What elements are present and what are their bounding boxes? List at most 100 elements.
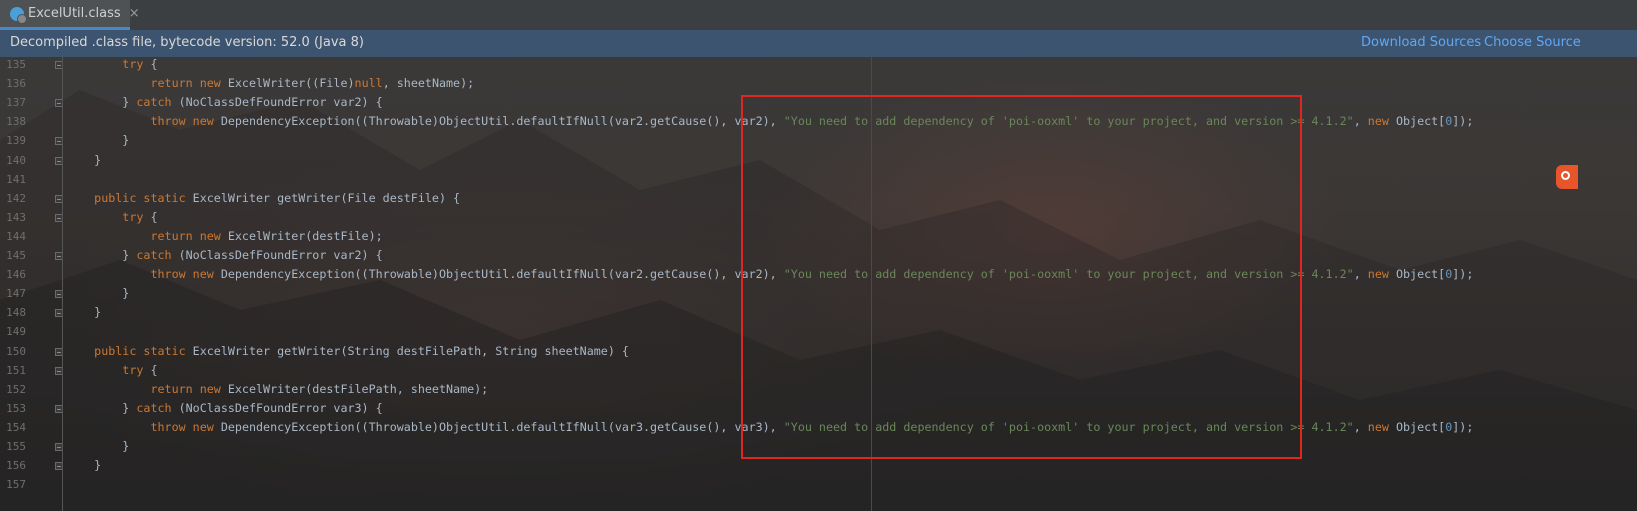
- line-number: 147: [6, 287, 26, 301]
- code-token: return new: [150, 381, 228, 396]
- code-token: Object[: [1395, 419, 1446, 434]
- code-token: null: [354, 76, 383, 91]
- line-number: 157: [6, 478, 26, 492]
- code-token: throw new: [150, 267, 221, 282]
- line-number: 146: [6, 268, 26, 282]
- code-editor[interactable]: 135 136 137 138 139 140 141 142 143 144 145 146 147 1…: [0, 57, 1637, 511]
- code-line: try {: [66, 208, 158, 227]
- code-line: }: [66, 303, 101, 322]
- code-token: ,: [1353, 114, 1368, 129]
- code-token: new: [1367, 114, 1396, 129]
- line-number: 153: [6, 401, 26, 415]
- code-line: } catch (NoClassDefFoundError var2) {: [66, 93, 383, 112]
- line-number: 151: [6, 363, 26, 377]
- code-line: return new ExcelWriter((File)null, sheet…: [66, 74, 474, 93]
- code-token: try: [122, 362, 144, 377]
- editor-tab-bar: ExcelUtil.class ×: [0, 0, 1637, 31]
- side-plugin-badge-icon[interactable]: [1556, 165, 1578, 189]
- line-number-gutter: 135 136 137 138 139 140 141 142 143 144 145 146 147 1…: [0, 57, 63, 511]
- tab-excelutil-class[interactable]: ExcelUtil.class ×: [0, 0, 140, 30]
- code-token: return new: [150, 76, 228, 91]
- banner-message: Decompiled .class file, bytecode version…: [10, 35, 364, 50]
- code-token: ExcelWriter((File): [227, 76, 355, 91]
- code-token: (NoClassDefFoundError var3) {: [178, 400, 383, 415]
- decompiled-banner: Decompiled .class file, bytecode version…: [0, 30, 1637, 57]
- choose-sources-link[interactable]: Choose Source: [1484, 35, 1581, 50]
- code-token: }: [66, 458, 102, 473]
- code-token: ]);: [1452, 419, 1474, 434]
- code-token: ExcelWriter(destFile);: [227, 228, 383, 243]
- code-line: }: [66, 437, 129, 456]
- code-token: catch: [136, 248, 179, 262]
- code-token: public static: [94, 343, 193, 358]
- red-annotation-box: [741, 95, 1302, 459]
- code-token: }: [66, 400, 137, 415]
- code-line: public static ExcelWriter getWriter(File…: [66, 189, 460, 208]
- code-token: (NoClassDefFoundError var2) {: [178, 95, 383, 110]
- line-number: 144: [6, 229, 26, 243]
- code-token: DependencyException((Throwable)ObjectUti…: [220, 419, 784, 434]
- code-token: }: [66, 248, 137, 262]
- code-token: try: [122, 57, 144, 71]
- line-number: 139: [6, 134, 26, 148]
- code-token: }: [66, 286, 130, 301]
- gutter-divider: [62, 57, 63, 511]
- code-line: }: [66, 151, 101, 170]
- code-token: return new: [150, 228, 228, 243]
- line-number: 152: [6, 382, 26, 396]
- code-token: }: [66, 439, 130, 453]
- code-line: }: [66, 131, 129, 150]
- line-number: 149: [6, 325, 26, 339]
- code-token: ,: [1353, 267, 1368, 282]
- code-line: }: [66, 284, 129, 303]
- code-token: catch: [136, 400, 179, 415]
- code-token: catch: [136, 95, 179, 110]
- line-number: 148: [6, 306, 26, 320]
- code-token: }: [66, 95, 137, 110]
- code-line: return new ExcelWriter(destFile);: [66, 227, 383, 246]
- code-line: public static ExcelWriter getWriter(Stri…: [66, 342, 629, 361]
- code-token: ]);: [1452, 114, 1474, 129]
- class-file-icon: [10, 6, 27, 24]
- code-token: throw new: [150, 419, 221, 434]
- download-sources-link[interactable]: Download Sources: [1361, 35, 1481, 50]
- code-token: DependencyException((Throwable)ObjectUti…: [220, 114, 784, 129]
- line-number: 137: [6, 96, 26, 110]
- tab-title: ExcelUtil.class: [28, 6, 121, 21]
- line-number: 143: [6, 210, 26, 224]
- code-line: } catch (NoClassDefFoundError var3) {: [66, 399, 383, 418]
- line-number: 138: [6, 115, 26, 129]
- code-token: ,: [1353, 419, 1368, 434]
- line-number: 142: [6, 191, 26, 205]
- close-icon[interactable]: ×: [129, 6, 140, 21]
- code-token: (NoClassDefFoundError var2) {: [178, 248, 383, 262]
- code-token: try: [122, 209, 144, 224]
- code-token: ]);: [1452, 267, 1474, 282]
- line-number: 150: [6, 344, 26, 358]
- code-token: ExcelWriter(destFilePath, sheetName);: [227, 381, 489, 396]
- line-number: 135: [6, 58, 26, 71]
- code-token: Object[: [1395, 114, 1446, 129]
- line-number: 145: [6, 249, 26, 262]
- code-token: Object[: [1395, 267, 1446, 282]
- code-token: , sheetName);: [382, 76, 475, 91]
- line-number: 155: [6, 440, 26, 453]
- code-token: {: [143, 362, 158, 377]
- code-token: {: [143, 209, 158, 224]
- code-token: }: [66, 305, 102, 320]
- line-number: 154: [6, 420, 26, 434]
- line-number: 140: [6, 153, 26, 167]
- code-token: public static: [94, 190, 193, 205]
- code-line: }: [66, 456, 101, 475]
- code-token: ExcelWriter getWriter(File destFile) {: [192, 190, 461, 205]
- code-line: try {: [66, 361, 158, 380]
- code-token: throw new: [150, 114, 221, 129]
